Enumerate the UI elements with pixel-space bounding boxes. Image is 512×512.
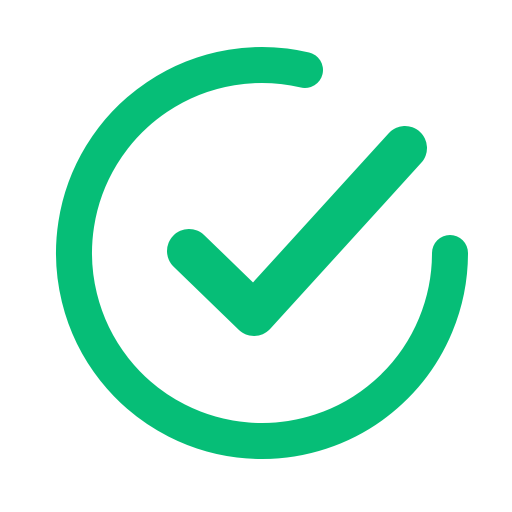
check-circle-icon — [56, 47, 468, 460]
check-mark — [167, 126, 427, 336]
icon-canvas — [0, 0, 512, 512]
check-circle-ring — [56, 47, 468, 460]
